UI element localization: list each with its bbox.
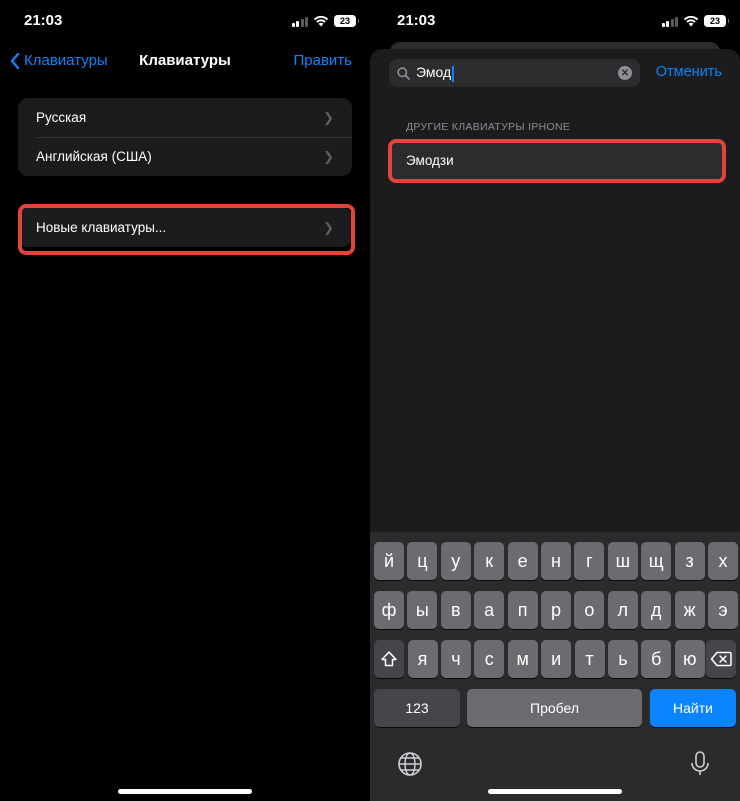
key-е[interactable]: е — [507, 542, 538, 580]
onscreen-keyboard: йцукенгшщзх фывапролджэ ячсмитьбю 123 Пр… — [370, 532, 740, 801]
key-ц[interactable]: ц — [407, 542, 438, 580]
key-ш[interactable]: ш — [607, 542, 638, 580]
key-й[interactable]: й — [374, 542, 404, 580]
cellular-signal-icon — [661, 16, 678, 27]
key-ф[interactable]: ф — [374, 591, 404, 629]
section-header: ДРУГИЕ КЛАВИАТУРЫ IPHONE — [406, 121, 571, 133]
globe-icon[interactable] — [395, 749, 425, 779]
keyboards-list: Русская ❯ Английская (США) ❯ — [18, 98, 352, 176]
key-д[interactable]: д — [641, 591, 672, 629]
key-к[interactable]: к — [474, 542, 505, 580]
search-icon — [397, 66, 410, 80]
add-keyboard-screen: 21:03 23 Эмод ✕ Отменить ДРУГИЕ КЛАВИАТУ… — [370, 0, 740, 801]
key-с[interactable]: с — [474, 640, 505, 678]
keyboard-item-english[interactable]: Английская (США) ❯ — [18, 137, 352, 176]
key-н[interactable]: н — [541, 542, 571, 580]
key-о[interactable]: о — [574, 591, 605, 629]
key-п[interactable]: п — [507, 591, 538, 629]
key-в[interactable]: в — [440, 591, 471, 629]
key-б[interactable]: б — [641, 640, 672, 678]
keyboard-item-russian[interactable]: Русская ❯ — [18, 98, 352, 137]
search-field-value: Эмод — [416, 64, 612, 81]
numbers-key[interactable]: 123 — [374, 689, 460, 727]
edit-button[interactable]: Править — [294, 52, 353, 69]
key-и[interactable]: и — [541, 640, 572, 678]
keyboard-item-label: Английская (США) — [36, 149, 152, 164]
key-ч[interactable]: ч — [440, 640, 471, 678]
key-г[interactable]: г — [574, 542, 605, 580]
cancel-button[interactable]: Отменить — [656, 64, 722, 80]
status-bar: 21:03 23 — [370, 0, 740, 44]
keyboards-settings-screen: 21:03 23 Клавиатуры Клавиатуры Править Р… — [0, 0, 370, 801]
shift-key[interactable] — [374, 640, 404, 678]
shift-icon — [381, 651, 397, 667]
clear-icon[interactable]: ✕ — [618, 66, 632, 80]
key-х[interactable]: х — [708, 542, 738, 580]
key-ь[interactable]: ь — [607, 640, 638, 678]
home-indicator — [488, 789, 622, 794]
key-я[interactable]: я — [407, 640, 438, 678]
status-icons: 23 — [661, 15, 729, 27]
battery-icon: 23 — [704, 15, 729, 27]
key-э[interactable]: э — [708, 591, 738, 629]
search-go-key[interactable]: Найти — [650, 689, 736, 727]
key-л[interactable]: л — [607, 591, 638, 629]
wifi-icon — [683, 15, 699, 27]
chevron-right-icon: ❯ — [323, 109, 334, 125]
status-time: 21:03 — [397, 12, 436, 29]
key-т[interactable]: т — [574, 640, 605, 678]
home-indicator — [118, 789, 252, 794]
space-key[interactable]: Пробел — [467, 689, 642, 727]
key-щ[interactable]: щ — [641, 542, 672, 580]
status-bar: 21:03 23 — [0, 0, 370, 44]
search-input[interactable]: Эмод ✕ — [389, 59, 640, 87]
keyboard-item-label: Русская — [36, 110, 87, 125]
status-icons: 23 — [291, 15, 359, 27]
highlight-frame — [388, 139, 726, 183]
wifi-icon — [313, 15, 329, 27]
delete-icon — [710, 651, 732, 667]
key-у[interactable]: у — [440, 542, 471, 580]
key-р[interactable]: р — [541, 591, 571, 629]
key-м[interactable]: м — [507, 640, 538, 678]
key-ы[interactable]: ы — [407, 591, 438, 629]
microphone-icon[interactable] — [685, 749, 715, 779]
status-time: 21:03 — [24, 12, 63, 29]
battery-icon: 23 — [334, 15, 359, 27]
key-ю[interactable]: ю — [674, 640, 705, 678]
delete-key[interactable] — [706, 640, 736, 678]
highlight-frame — [18, 204, 355, 255]
chevron-right-icon: ❯ — [323, 148, 334, 164]
key-ж[interactable]: ж — [674, 591, 705, 629]
key-а[interactable]: а — [474, 591, 505, 629]
cellular-signal-icon — [291, 16, 308, 27]
key-з[interactable]: з — [674, 542, 705, 580]
